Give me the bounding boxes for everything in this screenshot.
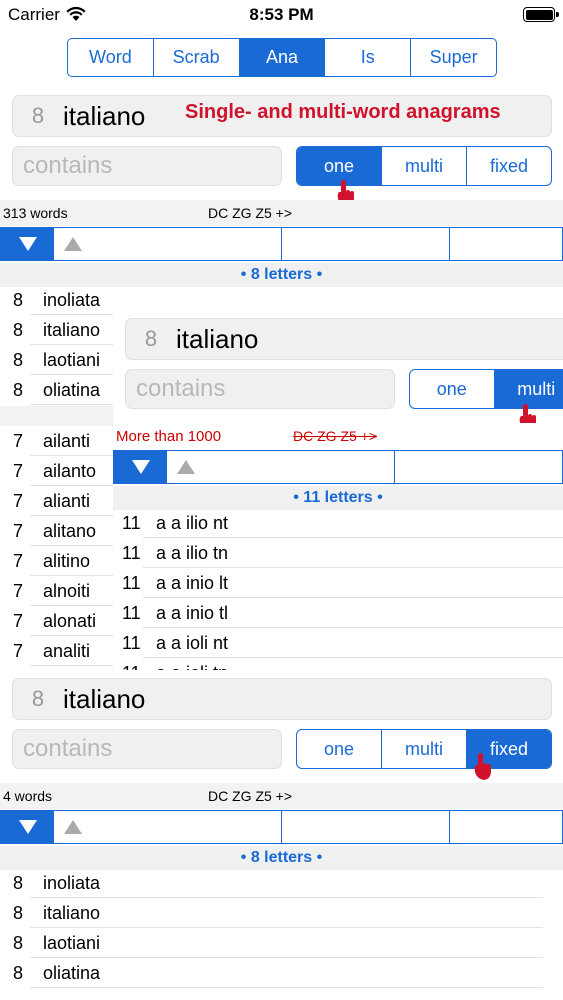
section-header: • 11 letters • xyxy=(113,486,563,510)
list-item[interactable]: 11 a a ilio tn xyxy=(113,538,563,568)
match-mode-segment: one multi fixed xyxy=(296,729,552,769)
sort-asc-button[interactable] xyxy=(54,811,282,843)
section-header: • 8 letters • xyxy=(0,263,563,287)
tab-ana[interactable]: Ana xyxy=(239,39,326,76)
section-gap xyxy=(0,406,115,426)
triangle-up-icon xyxy=(64,237,82,251)
word-length: 8 xyxy=(144,326,158,351)
list-item[interactable]: 11 a a inio tl xyxy=(113,598,563,628)
list-item[interactable]: 11 a a ioli nt xyxy=(113,628,563,658)
sort-asc-button[interactable] xyxy=(54,228,282,260)
list-item[interactable]: 8 laotiani xyxy=(0,345,115,375)
triangle-down-icon xyxy=(18,237,37,251)
list-item[interactable]: 8 inoliata xyxy=(0,868,543,898)
list-item[interactable]: 8 oliatina xyxy=(0,375,115,405)
contains-input[interactable]: contains xyxy=(125,369,395,409)
contains-input[interactable]: contains xyxy=(12,146,282,186)
tab-word[interactable]: Word xyxy=(68,39,154,76)
dictionary-codes[interactable]: DC ZG Z5 +> xyxy=(208,205,292,221)
tab-scrab[interactable]: Scrab xyxy=(154,39,240,76)
list-item[interactable]: 8 italiano xyxy=(0,315,115,345)
sort-asc-button[interactable] xyxy=(167,451,395,483)
mode-multi[interactable]: multi xyxy=(494,370,563,408)
word-value: italiano xyxy=(176,323,259,354)
list-item[interactable]: 7 alonati xyxy=(0,606,115,636)
mode-one[interactable]: one xyxy=(297,730,382,768)
sort-desc-button[interactable] xyxy=(114,451,167,483)
list-item[interactable]: 7 alnoiti xyxy=(0,576,115,606)
mode-fixed[interactable]: fixed xyxy=(467,147,551,185)
list-item[interactable]: 11 a a inio lt xyxy=(113,568,563,598)
result-info-bar: 313 words DC ZG Z5 +> xyxy=(0,200,563,226)
list-item[interactable]: 11a a ioli tn xyxy=(113,658,563,671)
list-item[interactable]: 8 italiano xyxy=(0,898,543,928)
sort-bar xyxy=(113,450,563,484)
list-item[interactable]: 11 a a ilio nt xyxy=(113,508,563,538)
list-item[interactable]: 7 alitano xyxy=(0,516,115,546)
word-length: 8 xyxy=(31,103,45,128)
result-info-bar: More than 1000 DC ZG Z5 +> xyxy=(113,423,563,449)
dictionary-codes[interactable]: DC ZG Z5 +> xyxy=(293,428,377,444)
mode-one[interactable]: one xyxy=(410,370,495,408)
triangle-down-icon xyxy=(131,460,150,474)
result-info-bar: 4 words DC ZG Z5 +> xyxy=(0,783,563,809)
result-count: More than 1000 xyxy=(116,427,222,445)
result-count: 313 words xyxy=(3,205,68,221)
sort-column-3[interactable] xyxy=(395,451,563,483)
sort-bar xyxy=(0,227,563,261)
list-item[interactable]: 7 ailanti xyxy=(0,426,115,456)
hand-pointer-icon xyxy=(474,753,491,780)
fixed-panel: 8 italiano contains one multi fixed 4 wo… xyxy=(0,670,563,1000)
sort-column-4[interactable] xyxy=(450,811,562,843)
sort-column-3[interactable] xyxy=(282,228,450,260)
word-input[interactable]: 8 italiano xyxy=(12,678,552,720)
word-length: 8 xyxy=(31,686,45,711)
multi-word-panel: 8 italiano contains one multi More than … xyxy=(113,308,563,670)
list-item[interactable]: 8 oliatina xyxy=(0,958,543,988)
tab-is[interactable]: Is xyxy=(325,39,412,76)
match-mode-segment: one multi xyxy=(409,369,563,409)
dictionary-codes[interactable]: DC ZG Z5 +> xyxy=(208,788,292,804)
result-count: 4 words xyxy=(3,788,53,804)
sort-desc-button[interactable] xyxy=(1,228,54,260)
list-item[interactable]: 7 alianti xyxy=(0,486,115,516)
sort-column-3[interactable] xyxy=(282,811,450,843)
battery-icon xyxy=(523,7,559,22)
mode-multi[interactable]: multi xyxy=(382,147,467,185)
list-item[interactable]: 7 alitino xyxy=(0,546,115,576)
word-input[interactable]: 8 italiano xyxy=(125,318,563,360)
mode-multi[interactable]: multi xyxy=(382,730,467,768)
sort-bar xyxy=(0,810,563,844)
list-item[interactable]: 7 ailanto xyxy=(0,456,115,486)
contains-input[interactable]: contains xyxy=(12,729,282,769)
triangle-up-icon xyxy=(177,460,195,474)
list-item[interactable]: 8 inoliata xyxy=(0,285,115,315)
triangle-up-icon xyxy=(64,820,82,834)
status-time: 8:53 PM xyxy=(249,5,314,24)
triangle-down-icon xyxy=(18,820,37,834)
sort-column-4[interactable] xyxy=(450,228,562,260)
headline: Single- and multi-word anagrams xyxy=(185,101,501,123)
word-value: italiano xyxy=(63,683,146,714)
tab-super[interactable]: Super xyxy=(411,39,496,76)
word-value: italiano xyxy=(63,100,146,131)
list-item[interactable]: 7 analiti xyxy=(0,636,115,666)
section-header: • 8 letters • xyxy=(0,846,563,870)
list-item[interactable]: 8 laotiani xyxy=(0,928,543,958)
mode-tabs: Word Scrab Ana Is Super xyxy=(67,38,497,77)
status-bar: Carrier 8:53 PM xyxy=(0,0,563,30)
sort-desc-button[interactable] xyxy=(1,811,54,843)
